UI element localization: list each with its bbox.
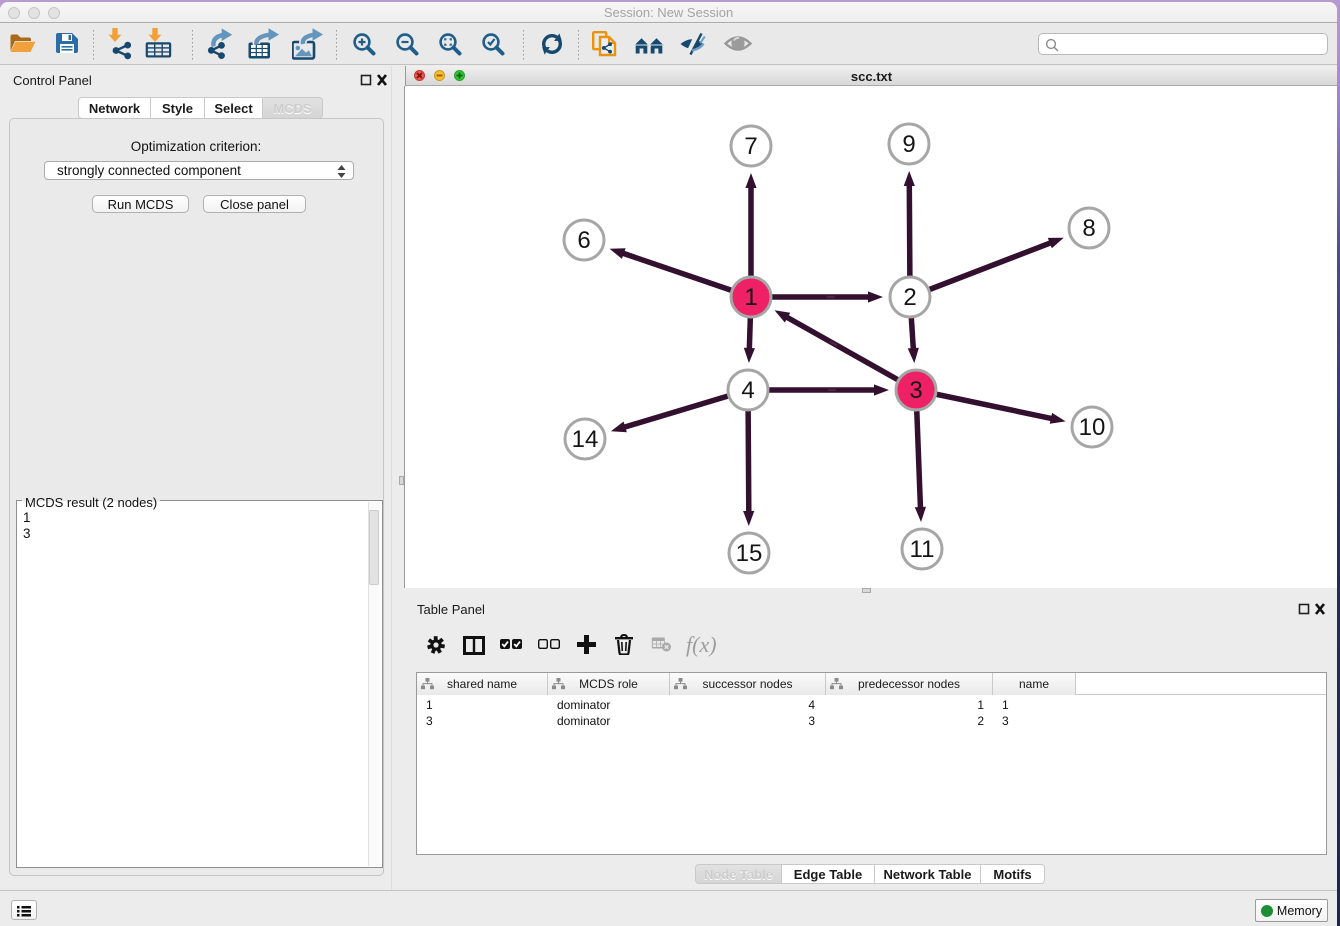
svg-text:8: 8: [1082, 215, 1095, 242]
svg-text:3: 3: [909, 377, 922, 404]
svg-text:10: 10: [1079, 414, 1106, 441]
svg-text:9: 9: [902, 131, 915, 158]
svg-text:14: 14: [572, 426, 599, 453]
svg-text:2: 2: [903, 284, 916, 311]
svg-text:6: 6: [577, 227, 590, 254]
svg-text:15: 15: [736, 540, 763, 567]
svg-text:11: 11: [910, 536, 935, 563]
svg-text:7: 7: [744, 133, 757, 160]
svg-text:4: 4: [741, 377, 754, 404]
svg-text:1: 1: [744, 284, 757, 311]
